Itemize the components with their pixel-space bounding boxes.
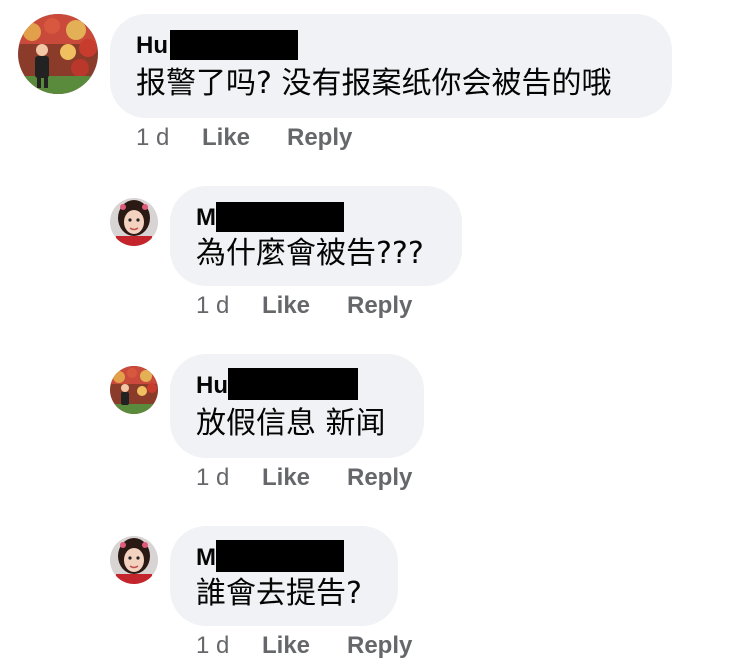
comment-text: 报警了吗? 没有报案纸你会被告的哦 — [136, 66, 612, 101]
profile-photo-icon — [18, 14, 98, 94]
avatar[interactable] — [110, 536, 158, 584]
profile-photo-icon — [110, 366, 158, 414]
reply-comment: Hu 放假信息 新闻 1 d Like Reply — [0, 340, 744, 510]
avatar[interactable] — [110, 366, 158, 414]
like-button[interactable]: Like — [262, 292, 310, 320]
redaction-bar — [228, 368, 358, 400]
avatar[interactable] — [110, 198, 158, 246]
comment-author[interactable]: Hu — [196, 372, 228, 400]
reply-button[interactable]: Reply — [287, 124, 352, 152]
reply-comment: M 誰會去提告? 1 d Like Reply — [0, 510, 744, 666]
comment-text: 誰會去提告? — [196, 576, 362, 611]
comment-actions: 1 d Like Reply — [196, 632, 496, 660]
comment-actions: 1 d Like Reply — [196, 464, 496, 492]
comment-author[interactable]: M — [196, 544, 216, 572]
like-button[interactable]: Like — [262, 632, 310, 660]
comment-actions: 1 d Like Reply — [136, 124, 436, 152]
comment: Hu 报警了吗? 没有报案纸你会被告的哦 1 d Like Reply — [0, 0, 744, 170]
comment-text: 為什麼會被告??? — [196, 236, 424, 271]
redaction-bar — [216, 540, 344, 572]
profile-photo-icon — [110, 536, 158, 584]
comment-author[interactable]: M — [196, 204, 216, 232]
comment-bubble: M 誰會去提告? — [170, 526, 398, 626]
reply-button[interactable]: Reply — [347, 292, 412, 320]
comment-bubble: Hu 报警了吗? 没有报案纸你会被告的哦 — [110, 14, 672, 118]
comment-actions: 1 d Like Reply — [196, 292, 496, 320]
like-button[interactable]: Like — [262, 464, 310, 492]
comment-text: 放假信息 新闻 — [196, 406, 386, 441]
reply-button[interactable]: Reply — [347, 632, 412, 660]
comment-bubble: M 為什麼會被告??? — [170, 186, 462, 286]
comment-timestamp[interactable]: 1 d — [136, 124, 169, 152]
like-button[interactable]: Like — [202, 124, 250, 152]
reply-button[interactable]: Reply — [347, 464, 412, 492]
avatar[interactable] — [18, 14, 98, 94]
comment-timestamp[interactable]: 1 d — [196, 464, 229, 492]
comment-timestamp[interactable]: 1 d — [196, 632, 229, 660]
comment-author[interactable]: Hu — [136, 32, 168, 60]
comment-bubble: Hu 放假信息 新闻 — [170, 354, 424, 458]
comment-timestamp[interactable]: 1 d — [196, 292, 229, 320]
redaction-bar — [170, 30, 298, 60]
profile-photo-icon — [110, 198, 158, 246]
redaction-bar — [216, 202, 344, 232]
reply-comment: M 為什麼會被告??? 1 d Like Reply — [0, 170, 744, 340]
